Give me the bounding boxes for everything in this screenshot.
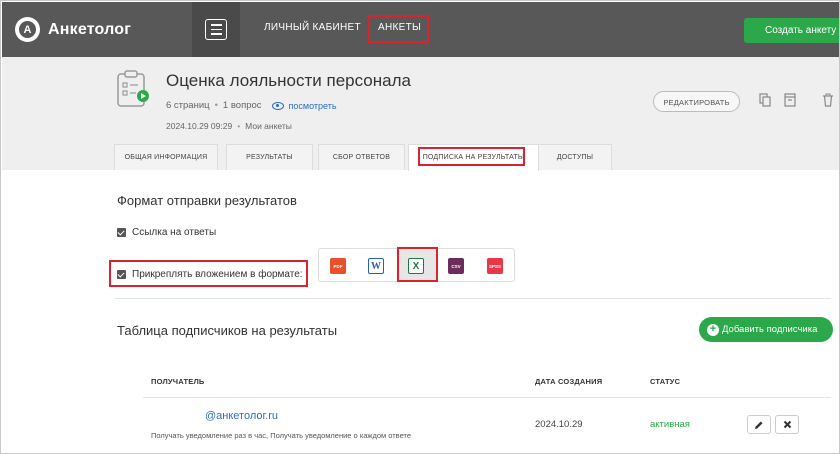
view-link[interactable]: посмотреть [271, 100, 337, 111]
tab-collect-answers[interactable]: СБОР ОТВЕТОВ [318, 144, 405, 170]
spss-icon[interactable]: SPSS [487, 258, 503, 274]
pages-count: 6 страниц [166, 100, 210, 111]
delete-subscriber-button[interactable] [775, 415, 799, 434]
archive-icon[interactable] [784, 93, 796, 107]
menu-toggle[interactable] [192, 2, 240, 57]
tab-general-info[interactable]: ОБЩАЯ ИНФОРМАЦИЯ [114, 144, 218, 170]
edit-button[interactable]: РЕДАКТИРОВАТЬ [653, 91, 740, 112]
status-badge: активная [650, 419, 690, 430]
send-format-title: Формат отправки результатов [117, 193, 297, 208]
survey-title: Оценка лояльности персонала [166, 71, 411, 90]
add-subscriber-button[interactable]: + Добавить подписчика [699, 317, 833, 342]
create-survey-button[interactable]: Создать анкету [744, 18, 839, 43]
link-to-answers-label: Ссылка на ответы [132, 227, 217, 238]
view-link-label: посмотреть [288, 100, 337, 111]
tab-access[interactable]: ДОСТУПЫ [538, 144, 612, 170]
survey-date: 2024.10.29 09:29 [166, 121, 233, 131]
column-header-created: ДАТА СОЗДАНИЯ [535, 377, 603, 386]
add-subscriber-label: Добавить подписчика [722, 324, 818, 335]
logo[interactable]: A Анкетолог [15, 17, 131, 42]
checkbox-checked-icon [117, 228, 126, 237]
recipient-email[interactable]: @анкетолог.ru [205, 410, 278, 422]
logo-icon: A [15, 17, 40, 42]
eye-icon [271, 101, 284, 110]
word-icon[interactable]: W [368, 258, 384, 274]
subscribers-title: Таблица подписчиков на результаты [117, 323, 338, 338]
pencil-icon [755, 421, 763, 429]
column-header-recipient: ПОЛУЧАТЕЛЬ [151, 377, 205, 386]
separator-dot: • [237, 121, 241, 131]
survey-folder[interactable]: Мои анкеты [245, 121, 292, 131]
created-date: 2024.10.29 [535, 419, 583, 430]
highlight-excel-format [397, 247, 438, 282]
highlight-subscription-tab [418, 147, 525, 166]
table-header-divider [143, 397, 831, 398]
pdf-icon[interactable]: PDF [330, 258, 346, 274]
survey-clipboard-icon [117, 70, 149, 107]
menu-icon [205, 19, 227, 40]
highlight-surveys-nav [368, 15, 429, 43]
highlight-attach-option [109, 260, 308, 287]
logo-letter: A [19, 21, 36, 38]
logo-text: Анкетолог [48, 20, 132, 38]
survey-meta: 2024.10.29 09:29 • Мои анкеты [166, 121, 292, 131]
trash-icon[interactable] [822, 93, 834, 107]
survey-stats: 6 страниц • 1 вопрос посмотреть [166, 100, 337, 111]
column-header-status: СТАТУС [650, 377, 681, 386]
recipient-notification-settings: Получать уведомление раз в час, Получать… [151, 431, 412, 440]
plus-icon: + [707, 323, 719, 336]
copy-icon[interactable] [759, 93, 771, 107]
section-divider [115, 298, 831, 299]
tab-results[interactable]: РЕЗУЛЬТАТЫ [226, 144, 313, 170]
nav-personal-cabinet[interactable]: ЛИЧНЫЙ КАБИНЕТ [264, 22, 361, 33]
edit-subscriber-button[interactable] [747, 415, 771, 434]
app-window: A Анкетолог ЛИЧНЫЙ КАБИНЕТ АНКЕТЫ Создат… [0, 0, 840, 454]
questions-count: 1 вопрос [222, 100, 262, 111]
close-icon [783, 420, 791, 429]
separator-dot: • [214, 100, 218, 111]
csv-icon[interactable]: CSV [448, 258, 464, 274]
link-to-answers-checkbox[interactable]: Ссылка на ответы [117, 227, 216, 238]
top-navigation-bar: A Анкетолог ЛИЧНЫЙ КАБИНЕТ АНКЕТЫ Создат… [2, 2, 839, 57]
